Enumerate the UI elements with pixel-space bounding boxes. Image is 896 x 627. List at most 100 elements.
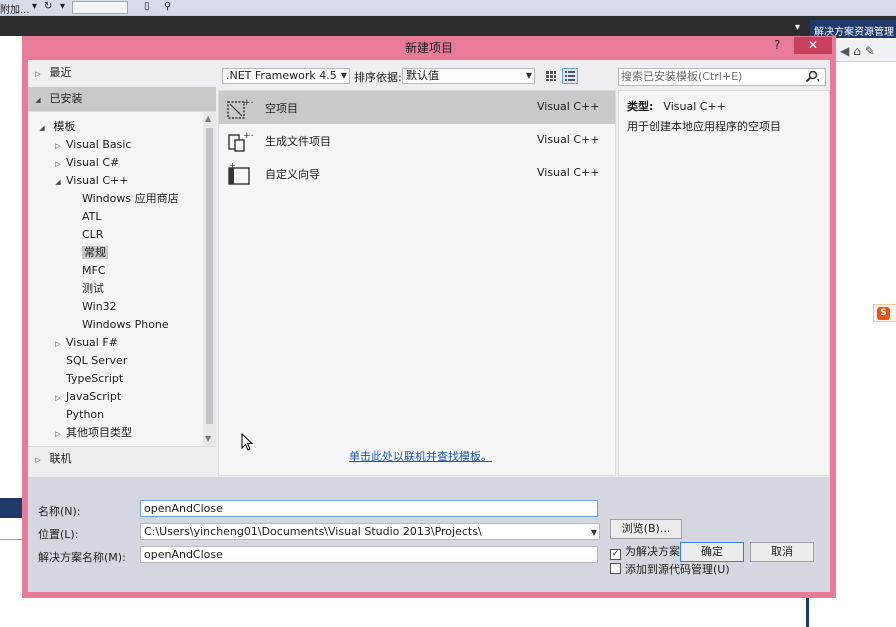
tree-item[interactable]: ▷ 其他项目类型 [52, 424, 132, 442]
dropdown-arrow-icon[interactable]: ▾ [60, 1, 65, 12]
svg-text:++: ++ [243, 131, 253, 141]
toolbar-combo[interactable] [72, 1, 128, 14]
solution-name-input[interactable]: openAndClose [140, 546, 598, 563]
tree-item-label: Visual Basic [66, 138, 132, 151]
scrollbar-thumb[interactable] [206, 128, 213, 424]
framework-select[interactable]: .NET Framework 4.5 ▼ [222, 68, 350, 84]
expand-arrow-icon[interactable]: ▷ [52, 137, 64, 155]
tree-item[interactable]: Windows Phone [68, 316, 169, 334]
template-tree[interactable]: ◢ 模板 ▷ Visual Basic ▷ Visual C# ◢ Visual C++ W… [28, 111, 216, 447]
tree-item-templates[interactable]: ◢ 模板 [36, 118, 75, 137]
tree-item[interactable]: ▷ Visual Basic [52, 136, 131, 154]
expand-arrow-icon[interactable]: ▷ [32, 451, 44, 469]
refresh-icon[interactable]: ↻ [44, 1, 52, 12]
online-templates-link[interactable]: 单击此处以联机并查找模板。 [349, 448, 492, 464]
tree-item[interactable]: Win32 [68, 298, 117, 316]
back-icon[interactable]: ◀ [840, 44, 853, 58]
ide-divider [806, 598, 809, 627]
tree-item[interactable]: ▷ Visual C# [52, 154, 119, 172]
solution-name-label: 解决方案名称(M): [38, 551, 126, 564]
template-tree-pane: ▷ 最近 ◢ 已安装 ◢ 模板 ▷ Visual Basic ▷ Visual C# ◢… [28, 60, 216, 477]
template-toolbar: .NET Framework 4.5 ▼ 排序依据: 默认值 ▼ 搜索已安装模板… [222, 68, 830, 88]
list-view-icon[interactable] [562, 68, 578, 84]
template-row[interactable]: + 自定义向导 Visual C++ [219, 157, 615, 190]
tree-item[interactable]: 常规 [68, 244, 108, 262]
tree-item-label: 最近 [49, 66, 72, 79]
tree-item[interactable]: ▷ Visual F# [52, 334, 118, 352]
template-row[interactable]: ++ 空项目 Visual C++ [219, 91, 615, 124]
tree-item-label: MFC [82, 264, 106, 277]
wrench-icon[interactable]: ✎ [865, 44, 879, 58]
toolbar-button-icon[interactable]: ▯ [144, 1, 150, 12]
template-name: 生成文件项目 [265, 135, 331, 148]
grid-view-icon[interactable] [543, 68, 559, 84]
add-source-control-checkbox[interactable] [610, 563, 621, 574]
tree-item-label: Win32 [82, 300, 117, 313]
tree-item[interactable]: Windows 应用商店 [68, 190, 179, 208]
template-description: 用于创建本地应用程序的空项目 [627, 120, 781, 133]
dropdown-arrow-icon[interactable]: ▾ [32, 1, 37, 12]
ok-button[interactable]: 确定 [680, 542, 744, 562]
dropdown-arrow-icon[interactable]: ▾ [795, 22, 800, 33]
home-icon[interactable]: ⌂ [853, 44, 865, 58]
chevron-down-icon: ▼ [340, 71, 347, 80]
expand-arrow-icon[interactable]: ▷ [52, 155, 64, 173]
template-language: Visual C++ [537, 100, 600, 113]
project-name-input[interactable]: openAndClose [140, 500, 598, 517]
template-name: 空项目 [265, 102, 298, 115]
sogou-icon: S [877, 307, 890, 320]
svg-text:▾: ▾ [817, 77, 819, 84]
templates-list[interactable]: ++ 空项目 Visual C++ ++ 生成文件项目 Visual C++ + 自定义向导 V… [218, 90, 616, 476]
expand-arrow-icon[interactable]: ▷ [52, 335, 64, 353]
empty-project-icon: ++ [227, 96, 258, 120]
tree-item[interactable]: SQL Server [52, 352, 127, 370]
collapse-arrow-icon[interactable]: ◢ [32, 88, 44, 112]
expand-arrow-icon[interactable]: ▷ [32, 65, 44, 83]
expand-arrow-icon[interactable]: ▷ [52, 389, 64, 407]
tree-item-installed[interactable]: ◢ 已安装 [28, 87, 216, 111]
tree-item[interactable]: Python [52, 406, 104, 424]
add-source-control-label: 添加到源代码管理(U) [625, 563, 730, 576]
collapse-arrow-icon[interactable]: ◢ [36, 119, 48, 137]
expand-arrow-icon[interactable]: ▷ [52, 425, 64, 443]
template-row[interactable]: ++ 生成文件项目 Visual C++ [219, 124, 615, 157]
search-icon[interactable]: ▾ [805, 70, 820, 84]
create-directory-checkbox[interactable]: ✓ [610, 549, 621, 560]
tree-item-label: TypeScript [66, 372, 124, 385]
tree-item[interactable]: ▷ JavaScript [52, 388, 121, 406]
cancel-button[interactable]: 取消 [750, 542, 814, 562]
tree-item[interactable]: ATL [68, 208, 102, 226]
close-button[interactable]: ✕ [794, 37, 832, 54]
tree-item-recent[interactable]: ▷ 最近 [28, 64, 72, 83]
tree-item[interactable]: MFC [68, 262, 106, 280]
svg-text:++: ++ [243, 98, 253, 108]
tree-item-online[interactable]: ▷ 联机 [28, 450, 71, 469]
sort-select[interactable]: 默认值 ▼ [402, 68, 535, 84]
tree-item[interactable]: CLR [68, 226, 103, 244]
tree-item-label: CLR [82, 228, 104, 241]
tree-item-label: JavaScript [66, 390, 122, 403]
scroll-up-icon[interactable]: ▲ [205, 114, 211, 123]
browse-button[interactable]: 浏览(B)... [610, 519, 682, 539]
type-label: 类型: [627, 100, 654, 113]
mouse-cursor-icon [241, 432, 255, 453]
tree-item[interactable]: TypeScript [52, 370, 123, 388]
collapse-arrow-icon[interactable]: ◢ [52, 173, 64, 191]
tree-item[interactable]: ◢ Visual C++ [52, 172, 128, 190]
tree-item-label: Visual C++ [66, 174, 129, 187]
help-button[interactable]: ? [774, 38, 780, 52]
name-label: 名称(N): [38, 505, 81, 518]
search-tool-icon[interactable]: ⚲ [164, 1, 171, 12]
tree-item[interactable]: 测试 [68, 280, 104, 298]
add-source-control-option[interactable]: 添加到源代码管理(U) [610, 561, 730, 577]
tree-scrollbar[interactable]: ▲ ▼ [203, 112, 216, 446]
location-select[interactable]: C:\Users\yincheng01\Documents\Visual Stu… [140, 523, 600, 540]
tree-item-label: 常规 [82, 246, 108, 259]
ide-menu-strip [0, 16, 896, 36]
search-templates-input[interactable]: 搜索已安装模板(Ctrl+E) ▾ [618, 68, 826, 86]
scroll-down-icon[interactable]: ▼ [205, 434, 211, 443]
dialog-title: 新建项目 [404, 41, 453, 55]
ime-toolbar[interactable]: S [873, 304, 896, 322]
ide-left-strip [0, 498, 22, 518]
template-details-pane: 类型: Visual C++ 用于创建本地应用程序的空项目 [618, 90, 830, 476]
